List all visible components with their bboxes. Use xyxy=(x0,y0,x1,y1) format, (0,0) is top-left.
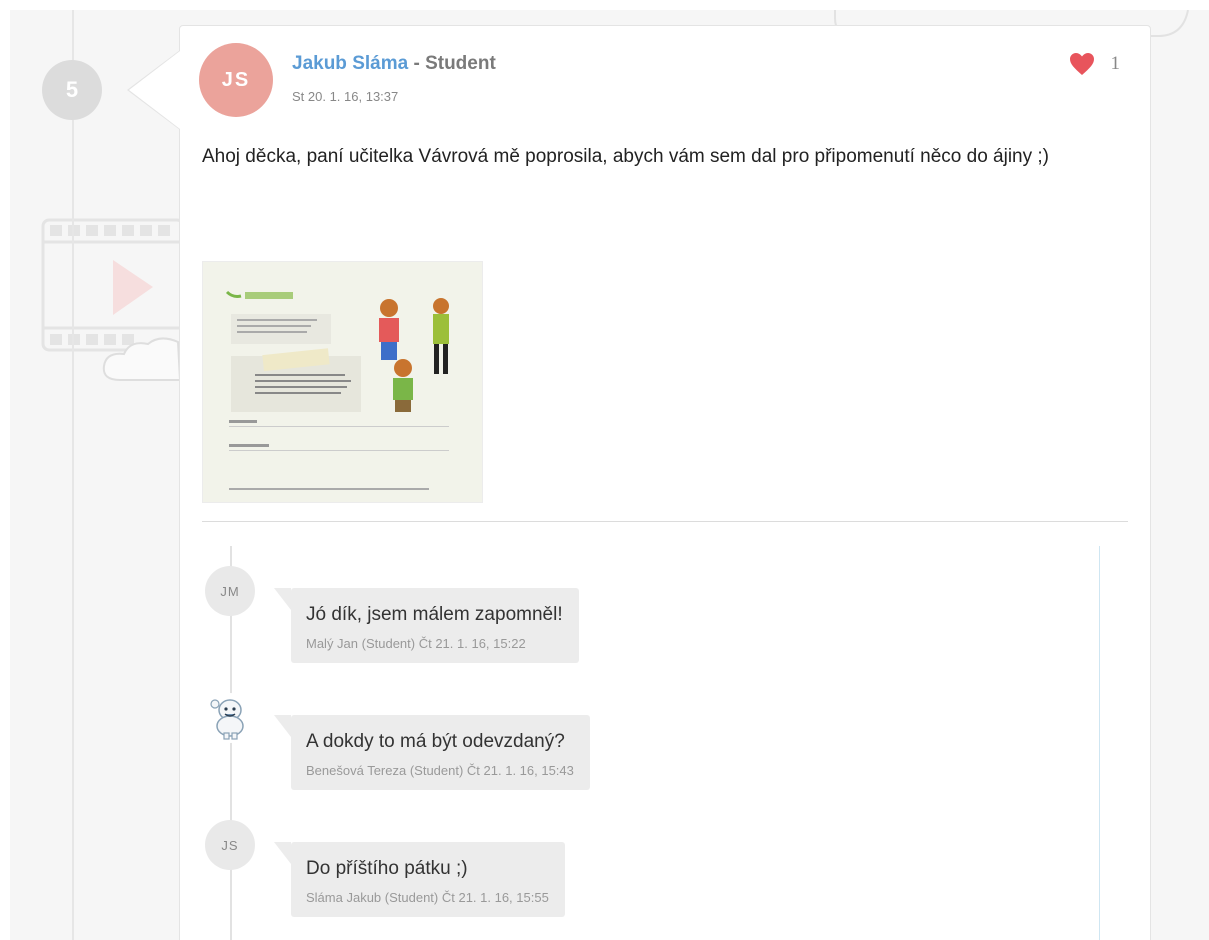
heart-icon[interactable] xyxy=(1069,52,1095,76)
comment-meta: Benešová Tereza (Student) Čt 21. 1. 16, … xyxy=(306,763,574,778)
comment-avatar[interactable]: JS xyxy=(205,820,255,870)
thread-border xyxy=(1099,546,1100,940)
worksheet-thumbnail-icon xyxy=(203,262,482,502)
comment-bubble: Do příštího pátku ;) Sláma Jakub (Studen… xyxy=(274,842,565,917)
comment-meta: Sláma Jakub (Student) Čt 21. 1. 16, 15:5… xyxy=(306,890,549,905)
comment-bubble: Jó dík, jsem málem zapomněl! Malý Jan (S… xyxy=(274,588,579,663)
like-count: 1 xyxy=(1110,53,1121,74)
post-date: St 20. 1. 16, 13:37 xyxy=(292,89,399,104)
comment-text: Do příštího pátku ;) xyxy=(306,858,468,879)
play-icon xyxy=(113,260,153,315)
card-pointer xyxy=(129,51,180,129)
comment-avatar[interactable]: JM xyxy=(205,566,255,616)
step-number-badge: 5 xyxy=(42,60,102,120)
comment-avatar[interactable] xyxy=(205,693,255,743)
author-name-link[interactable]: Jakub Sláma xyxy=(292,53,408,74)
attachment-thumbnail[interactable] xyxy=(202,261,483,503)
author-avatar[interactable]: JS xyxy=(199,43,273,117)
author-role: Student xyxy=(425,53,496,74)
like-control[interactable]: 1 xyxy=(1069,52,1121,76)
comment-bubble: A dokdy to má být odevzdaný? Benešová Te… xyxy=(274,715,590,790)
divider xyxy=(202,521,1128,522)
author-separator: - xyxy=(408,53,426,74)
author-line: Jakub Sláma - Student xyxy=(292,53,496,75)
post-card: JS Jakub Sláma - Student St 20. 1. 16, 1… xyxy=(179,25,1151,940)
timeline-stage: 5 JS Jakub Sláma - Student St 20. 1. 16,… xyxy=(10,10,1209,940)
comment-text: A dokdy to má být odevzdaný? xyxy=(306,731,565,752)
post-text: Ahoj děcka, paní učitelka Vávrová mě pop… xyxy=(202,146,1050,167)
timeline-line xyxy=(72,10,74,940)
yeti-avatar-icon xyxy=(210,699,244,740)
comment-meta: Malý Jan (Student) Čt 21. 1. 16, 15:22 xyxy=(306,636,526,651)
comment-text: Jó dík, jsem málem zapomněl! xyxy=(306,604,563,625)
